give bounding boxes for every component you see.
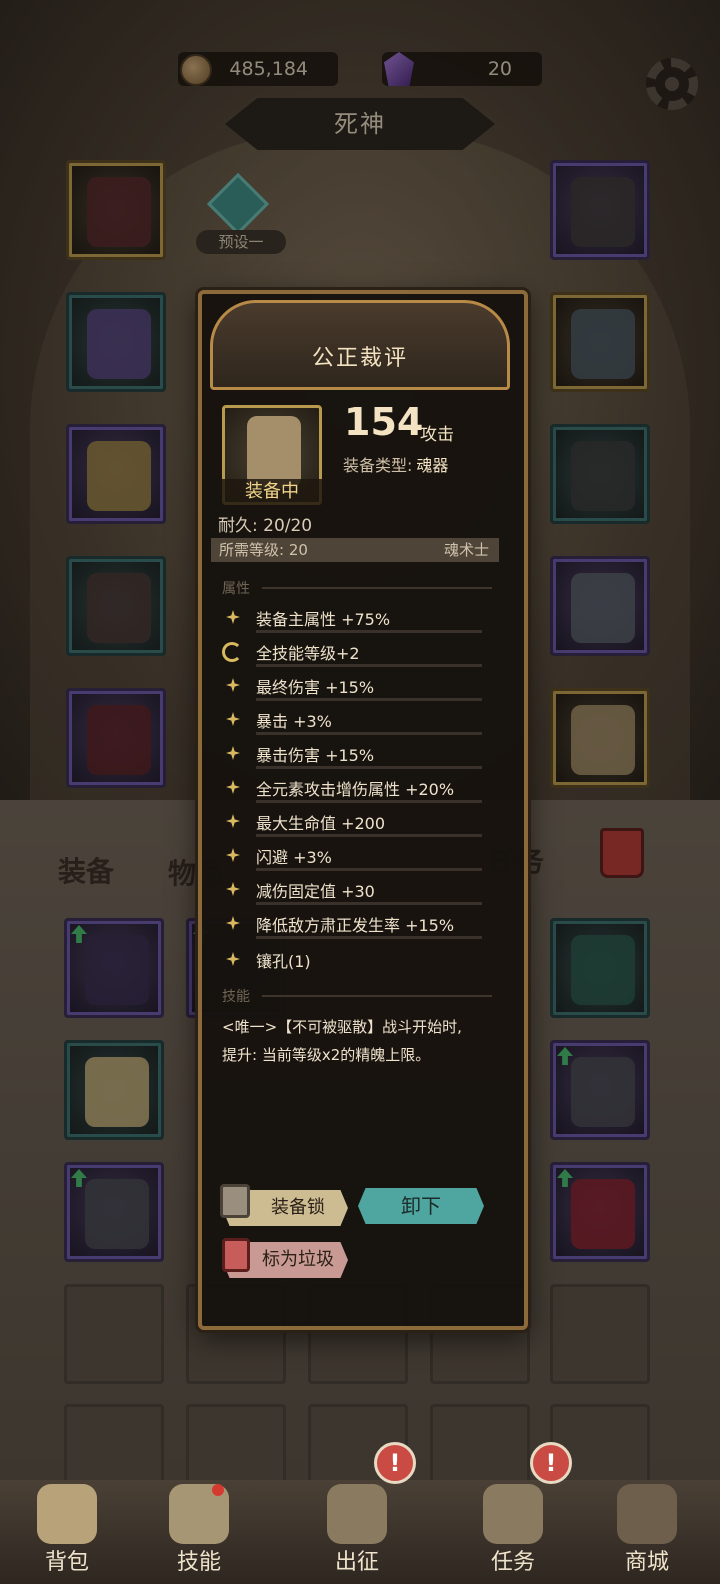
attribute-row: 最终伤害 +15%	[218, 676, 508, 710]
attribute-row: 降低敌方肃正发生率 +15%	[218, 914, 508, 948]
attribute-text: 暴击 +3%	[256, 712, 332, 731]
equip-type-row: 装备类型: 魂器	[343, 452, 448, 476]
refresh-icon	[222, 642, 242, 662]
nav-skills[interactable]: 技能	[144, 1480, 254, 1584]
section-divider	[262, 587, 492, 589]
star-icon	[226, 814, 240, 828]
nav-expedition[interactable]: 出征 !	[302, 1442, 416, 1584]
nav-label: 技能	[176, 1550, 221, 1575]
required-level: 所需等级: 20	[219, 541, 308, 559]
item-name: 公正裁评	[311, 346, 408, 371]
bottom-nav: 背包 技能 出征 ! 任务 ! 商城	[0, 1442, 720, 1584]
attribute-underline	[256, 664, 482, 667]
alert-badge: !	[530, 1442, 572, 1484]
star-icon	[226, 882, 240, 896]
skills-section-label: 技能	[222, 989, 250, 1005]
lock-icon	[220, 1184, 250, 1218]
star-icon	[226, 746, 240, 760]
attribute-text: 暴击伤害 +15%	[256, 746, 375, 765]
attribute-row: 减伤固定值 +30	[218, 880, 508, 914]
nav-shop[interactable]: 商城	[592, 1480, 702, 1584]
section-divider	[262, 995, 492, 997]
skill-description-line1: <唯一>【不可被驱散】战斗开始时,	[222, 1018, 462, 1036]
attribute-underline	[256, 868, 482, 871]
attribute-text: 全元素攻击增伤属性 +20%	[256, 780, 455, 799]
attribute-text: 最大生命值 +200	[256, 814, 386, 833]
durability: 耐久: 20/20	[218, 516, 313, 536]
star-icon	[226, 678, 240, 692]
nav-backpack[interactable]: 背包	[12, 1480, 122, 1584]
attribute-text: 最终伤害 +15%	[256, 678, 375, 697]
skill-description-line2: 提升: 当前等级x2的精魄上限。	[222, 1046, 431, 1064]
attribute-row: 最大生命值 +200	[218, 812, 508, 846]
attribute-underline	[256, 766, 482, 769]
attribute-underline	[256, 936, 482, 939]
star-icon	[226, 610, 240, 624]
nav-label: 背包	[44, 1550, 89, 1575]
castle-icon	[617, 1484, 677, 1544]
nav-label: 任务	[490, 1550, 535, 1575]
attack-value: 154	[344, 400, 424, 444]
required-class: 魂术士	[443, 541, 489, 559]
star-icon	[226, 916, 240, 930]
attribute-row: 装备主属性 +75%	[218, 608, 508, 642]
attribute-text: 闪避 +3%	[256, 848, 332, 867]
attribute-underline	[256, 834, 482, 837]
attribute-underline	[256, 630, 482, 633]
attribute-text: 降低敌方肃正发生率 +15%	[256, 916, 455, 935]
scroll-icon	[483, 1484, 543, 1544]
star-icon	[226, 712, 240, 726]
attribute-row: 全元素攻击增伤属性 +20%	[218, 778, 508, 812]
attribute-text: 全技能等级+2	[256, 644, 360, 663]
equipped-tag: 装备中	[222, 479, 322, 505]
nav-tasks[interactable]: 任务 !	[458, 1442, 572, 1584]
attribute-underline	[256, 800, 482, 803]
equip-type-value: 魂器	[416, 456, 449, 475]
attribute-row: 全技能等级+2	[218, 642, 508, 676]
attribute-underline	[256, 732, 482, 735]
attributes-section-label: 属性	[222, 581, 250, 597]
attribute-text: 减伤固定值 +30	[256, 882, 375, 901]
alert-badge: !	[374, 1442, 416, 1484]
attribute-underline	[256, 698, 482, 701]
equip-type-label: 装备类型:	[343, 456, 413, 475]
attribute-row: 镶孔(1)	[218, 950, 508, 984]
attribute-row: 暴击 +3%	[218, 710, 508, 744]
attribute-row: 闪避 +3%	[218, 846, 508, 880]
requirement-bar: 所需等级: 20 魂术士	[211, 538, 499, 562]
trash-icon	[222, 1238, 250, 1272]
unequip-button[interactable]: 卸下	[358, 1188, 484, 1224]
sword-map-icon	[327, 1484, 387, 1544]
notification-dot	[212, 1484, 224, 1496]
attribute-underline	[256, 902, 482, 905]
star-icon	[226, 848, 240, 862]
star-icon	[226, 780, 240, 794]
backpack-icon	[37, 1484, 97, 1544]
star-icon	[226, 952, 240, 966]
attribute-row: 暴击伤害 +15%	[218, 744, 508, 778]
attribute-text: 镶孔(1)	[256, 952, 311, 971]
nav-label: 商城	[624, 1550, 669, 1575]
attack-unit: 攻击	[420, 425, 454, 445]
attribute-text: 装备主属性 +75%	[256, 610, 391, 629]
nav-label: 出征	[334, 1550, 379, 1575]
soul-vessel-icon	[247, 416, 301, 488]
